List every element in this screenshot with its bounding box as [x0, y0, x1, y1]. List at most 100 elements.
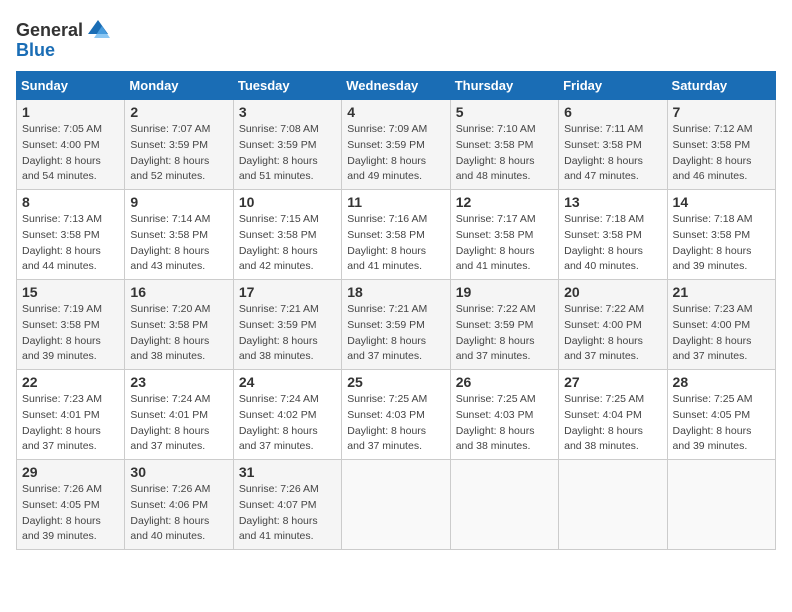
calendar-cell: 8 Sunrise: 7:13 AM Sunset: 3:58 PM Dayli…: [17, 190, 125, 280]
day-number: 2: [130, 104, 227, 120]
day-info: Sunrise: 7:25 AM Sunset: 4:03 PM Dayligh…: [347, 392, 444, 455]
day-number: 3: [239, 104, 336, 120]
day-info: Sunrise: 7:10 AM Sunset: 3:58 PM Dayligh…: [456, 122, 553, 185]
weekday-header-saturday: Saturday: [667, 72, 775, 100]
calendar-cell: 10 Sunrise: 7:15 AM Sunset: 3:58 PM Dayl…: [233, 190, 341, 280]
day-number: 27: [564, 374, 661, 390]
day-number: 20: [564, 284, 661, 300]
calendar-cell: 14 Sunrise: 7:18 AM Sunset: 3:58 PM Dayl…: [667, 190, 775, 280]
calendar-cell: 24 Sunrise: 7:24 AM Sunset: 4:02 PM Dayl…: [233, 370, 341, 460]
day-number: 16: [130, 284, 227, 300]
day-info: Sunrise: 7:15 AM Sunset: 3:58 PM Dayligh…: [239, 212, 336, 275]
day-number: 19: [456, 284, 553, 300]
day-number: 22: [22, 374, 119, 390]
calendar-cell: 27 Sunrise: 7:25 AM Sunset: 4:04 PM Dayl…: [559, 370, 667, 460]
day-info: Sunrise: 7:22 AM Sunset: 4:00 PM Dayligh…: [564, 302, 661, 365]
calendar-cell: 12 Sunrise: 7:17 AM Sunset: 3:58 PM Dayl…: [450, 190, 558, 280]
weekday-header-tuesday: Tuesday: [233, 72, 341, 100]
day-info: Sunrise: 7:23 AM Sunset: 4:01 PM Dayligh…: [22, 392, 119, 455]
weekday-header-sunday: Sunday: [17, 72, 125, 100]
day-number: 29: [22, 464, 119, 480]
weekday-header-wednesday: Wednesday: [342, 72, 450, 100]
calendar-cell: [450, 460, 558, 550]
calendar-cell: 20 Sunrise: 7:22 AM Sunset: 4:00 PM Dayl…: [559, 280, 667, 370]
calendar-cell: 2 Sunrise: 7:07 AM Sunset: 3:59 PM Dayli…: [125, 100, 233, 190]
day-info: Sunrise: 7:24 AM Sunset: 4:02 PM Dayligh…: [239, 392, 336, 455]
day-number: 23: [130, 374, 227, 390]
day-info: Sunrise: 7:21 AM Sunset: 3:59 PM Dayligh…: [239, 302, 336, 365]
calendar-cell: 11 Sunrise: 7:16 AM Sunset: 3:58 PM Dayl…: [342, 190, 450, 280]
page-header: General Blue: [16, 16, 776, 61]
day-info: Sunrise: 7:24 AM Sunset: 4:01 PM Dayligh…: [130, 392, 227, 455]
logo-icon: [84, 16, 112, 44]
day-info: Sunrise: 7:20 AM Sunset: 3:58 PM Dayligh…: [130, 302, 227, 365]
calendar-cell: 29 Sunrise: 7:26 AM Sunset: 4:05 PM Dayl…: [17, 460, 125, 550]
calendar-cell: 9 Sunrise: 7:14 AM Sunset: 3:58 PM Dayli…: [125, 190, 233, 280]
day-number: 31: [239, 464, 336, 480]
day-number: 1: [22, 104, 119, 120]
day-number: 4: [347, 104, 444, 120]
day-info: Sunrise: 7:13 AM Sunset: 3:58 PM Dayligh…: [22, 212, 119, 275]
day-info: Sunrise: 7:26 AM Sunset: 4:05 PM Dayligh…: [22, 482, 119, 545]
day-info: Sunrise: 7:23 AM Sunset: 4:00 PM Dayligh…: [673, 302, 770, 365]
day-info: Sunrise: 7:05 AM Sunset: 4:00 PM Dayligh…: [22, 122, 119, 185]
logo-text: General: [16, 20, 83, 41]
calendar-cell: [667, 460, 775, 550]
day-info: Sunrise: 7:17 AM Sunset: 3:58 PM Dayligh…: [456, 212, 553, 275]
day-info: Sunrise: 7:25 AM Sunset: 4:05 PM Dayligh…: [673, 392, 770, 455]
day-info: Sunrise: 7:25 AM Sunset: 4:03 PM Dayligh…: [456, 392, 553, 455]
day-info: Sunrise: 7:09 AM Sunset: 3:59 PM Dayligh…: [347, 122, 444, 185]
calendar-cell: 23 Sunrise: 7:24 AM Sunset: 4:01 PM Dayl…: [125, 370, 233, 460]
weekday-header-monday: Monday: [125, 72, 233, 100]
calendar-cell: 25 Sunrise: 7:25 AM Sunset: 4:03 PM Dayl…: [342, 370, 450, 460]
calendar-cell: 18 Sunrise: 7:21 AM Sunset: 3:59 PM Dayl…: [342, 280, 450, 370]
day-info: Sunrise: 7:26 AM Sunset: 4:07 PM Dayligh…: [239, 482, 336, 545]
day-number: 6: [564, 104, 661, 120]
calendar-cell: 17 Sunrise: 7:21 AM Sunset: 3:59 PM Dayl…: [233, 280, 341, 370]
day-number: 28: [673, 374, 770, 390]
day-info: Sunrise: 7:16 AM Sunset: 3:58 PM Dayligh…: [347, 212, 444, 275]
day-info: Sunrise: 7:18 AM Sunset: 3:58 PM Dayligh…: [564, 212, 661, 275]
weekday-header-friday: Friday: [559, 72, 667, 100]
weekday-header-thursday: Thursday: [450, 72, 558, 100]
day-info: Sunrise: 7:18 AM Sunset: 3:58 PM Dayligh…: [673, 212, 770, 275]
day-number: 30: [130, 464, 227, 480]
day-info: Sunrise: 7:25 AM Sunset: 4:04 PM Dayligh…: [564, 392, 661, 455]
logo: General Blue: [16, 16, 113, 61]
calendar-cell: 15 Sunrise: 7:19 AM Sunset: 3:58 PM Dayl…: [17, 280, 125, 370]
calendar-table: SundayMondayTuesdayWednesdayThursdayFrid…: [16, 71, 776, 550]
day-info: Sunrise: 7:21 AM Sunset: 3:59 PM Dayligh…: [347, 302, 444, 365]
day-info: Sunrise: 7:11 AM Sunset: 3:58 PM Dayligh…: [564, 122, 661, 185]
calendar-cell: 7 Sunrise: 7:12 AM Sunset: 3:58 PM Dayli…: [667, 100, 775, 190]
day-number: 26: [456, 374, 553, 390]
day-info: Sunrise: 7:12 AM Sunset: 3:58 PM Dayligh…: [673, 122, 770, 185]
calendar-cell: 5 Sunrise: 7:10 AM Sunset: 3:58 PM Dayli…: [450, 100, 558, 190]
day-info: Sunrise: 7:19 AM Sunset: 3:58 PM Dayligh…: [22, 302, 119, 365]
day-info: Sunrise: 7:22 AM Sunset: 3:59 PM Dayligh…: [456, 302, 553, 365]
day-number: 18: [347, 284, 444, 300]
calendar-cell: 26 Sunrise: 7:25 AM Sunset: 4:03 PM Dayl…: [450, 370, 558, 460]
day-number: 25: [347, 374, 444, 390]
day-number: 10: [239, 194, 336, 210]
day-number: 17: [239, 284, 336, 300]
day-number: 8: [22, 194, 119, 210]
day-info: Sunrise: 7:08 AM Sunset: 3:59 PM Dayligh…: [239, 122, 336, 185]
calendar-cell: 28 Sunrise: 7:25 AM Sunset: 4:05 PM Dayl…: [667, 370, 775, 460]
day-number: 24: [239, 374, 336, 390]
day-number: 5: [456, 104, 553, 120]
calendar-cell: 3 Sunrise: 7:08 AM Sunset: 3:59 PM Dayli…: [233, 100, 341, 190]
calendar-cell: [342, 460, 450, 550]
day-number: 13: [564, 194, 661, 210]
calendar-cell: 31 Sunrise: 7:26 AM Sunset: 4:07 PM Dayl…: [233, 460, 341, 550]
calendar-cell: [559, 460, 667, 550]
calendar-cell: 1 Sunrise: 7:05 AM Sunset: 4:00 PM Dayli…: [17, 100, 125, 190]
day-info: Sunrise: 7:14 AM Sunset: 3:58 PM Dayligh…: [130, 212, 227, 275]
calendar-cell: 19 Sunrise: 7:22 AM Sunset: 3:59 PM Dayl…: [450, 280, 558, 370]
day-number: 11: [347, 194, 444, 210]
day-number: 12: [456, 194, 553, 210]
day-number: 9: [130, 194, 227, 210]
day-number: 7: [673, 104, 770, 120]
day-number: 15: [22, 284, 119, 300]
calendar-cell: 22 Sunrise: 7:23 AM Sunset: 4:01 PM Dayl…: [17, 370, 125, 460]
calendar-cell: 6 Sunrise: 7:11 AM Sunset: 3:58 PM Dayli…: [559, 100, 667, 190]
